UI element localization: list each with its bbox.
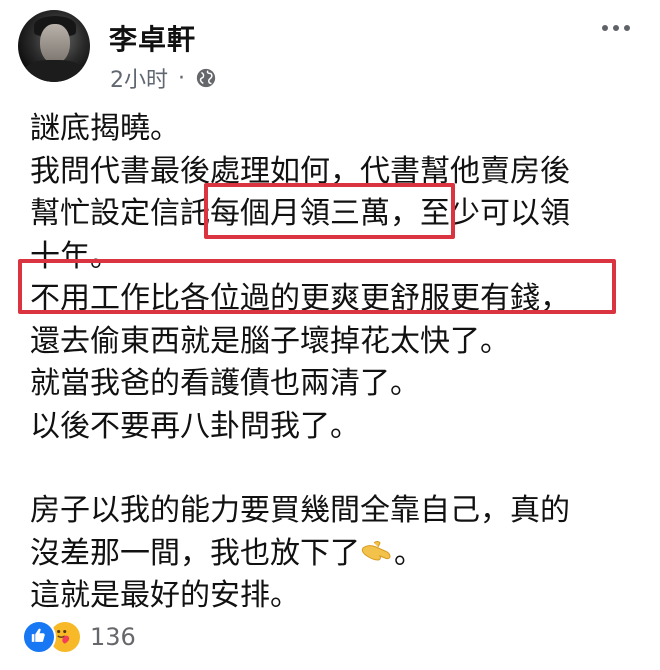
post-meta: 2小时 ·: [110, 62, 217, 94]
author-name[interactable]: 李卓軒: [109, 18, 196, 58]
post-line: 就當我爸的看護債也兩清了。: [30, 366, 420, 401]
pinching-hand-emoji-icon: [361, 540, 391, 561]
reaction-count[interactable]: 136: [90, 623, 136, 651]
post-line: 幫忙設定信託每個月領三萬，至少可以領: [30, 196, 570, 231]
post-line-text: 沒差那一間，我也放下了: [30, 535, 360, 571]
post-line-suffix: 。: [394, 535, 424, 571]
meta-separator: ·: [178, 65, 185, 91]
more-options-button[interactable]: [594, 16, 638, 40]
post-header: 李卓軒 2小时 ·: [18, 10, 648, 93]
post-line: 還去偷東西就是腦子壞掉花太快了。: [30, 323, 510, 359]
post-time[interactable]: 2小时: [110, 62, 168, 94]
post-line: 謎底揭曉。: [30, 111, 180, 146]
avatar[interactable]: [18, 10, 90, 82]
dot-icon: [624, 25, 630, 31]
post-line: 以後不要再八卦問我了。: [30, 408, 360, 444]
post-line: 我問代書最後處理如何，代書幫他賣房後: [30, 153, 570, 189]
like-icon: [22, 620, 56, 654]
dot-icon: [602, 25, 608, 31]
globe-icon: [196, 68, 216, 88]
post-line: 沒差那一間，我也放下了 。: [30, 533, 640, 576]
reactions-bar[interactable]: 136: [22, 620, 136, 654]
post-line: 十年。: [30, 238, 120, 274]
post-line: 這就是最好的安排。: [30, 578, 300, 613]
post-body: 謎底揭曉。 我問代書最後處理如何，代書幫他賣房後 幫忙設定信託每個月領三萬，至少…: [18, 108, 640, 618]
post-line: 房子以我的能力要買幾間全靠自己，真的: [30, 493, 570, 528]
post-line: 不用工作比各位過的更爽更舒服更有錢，: [30, 281, 570, 316]
dot-icon: [613, 25, 619, 31]
